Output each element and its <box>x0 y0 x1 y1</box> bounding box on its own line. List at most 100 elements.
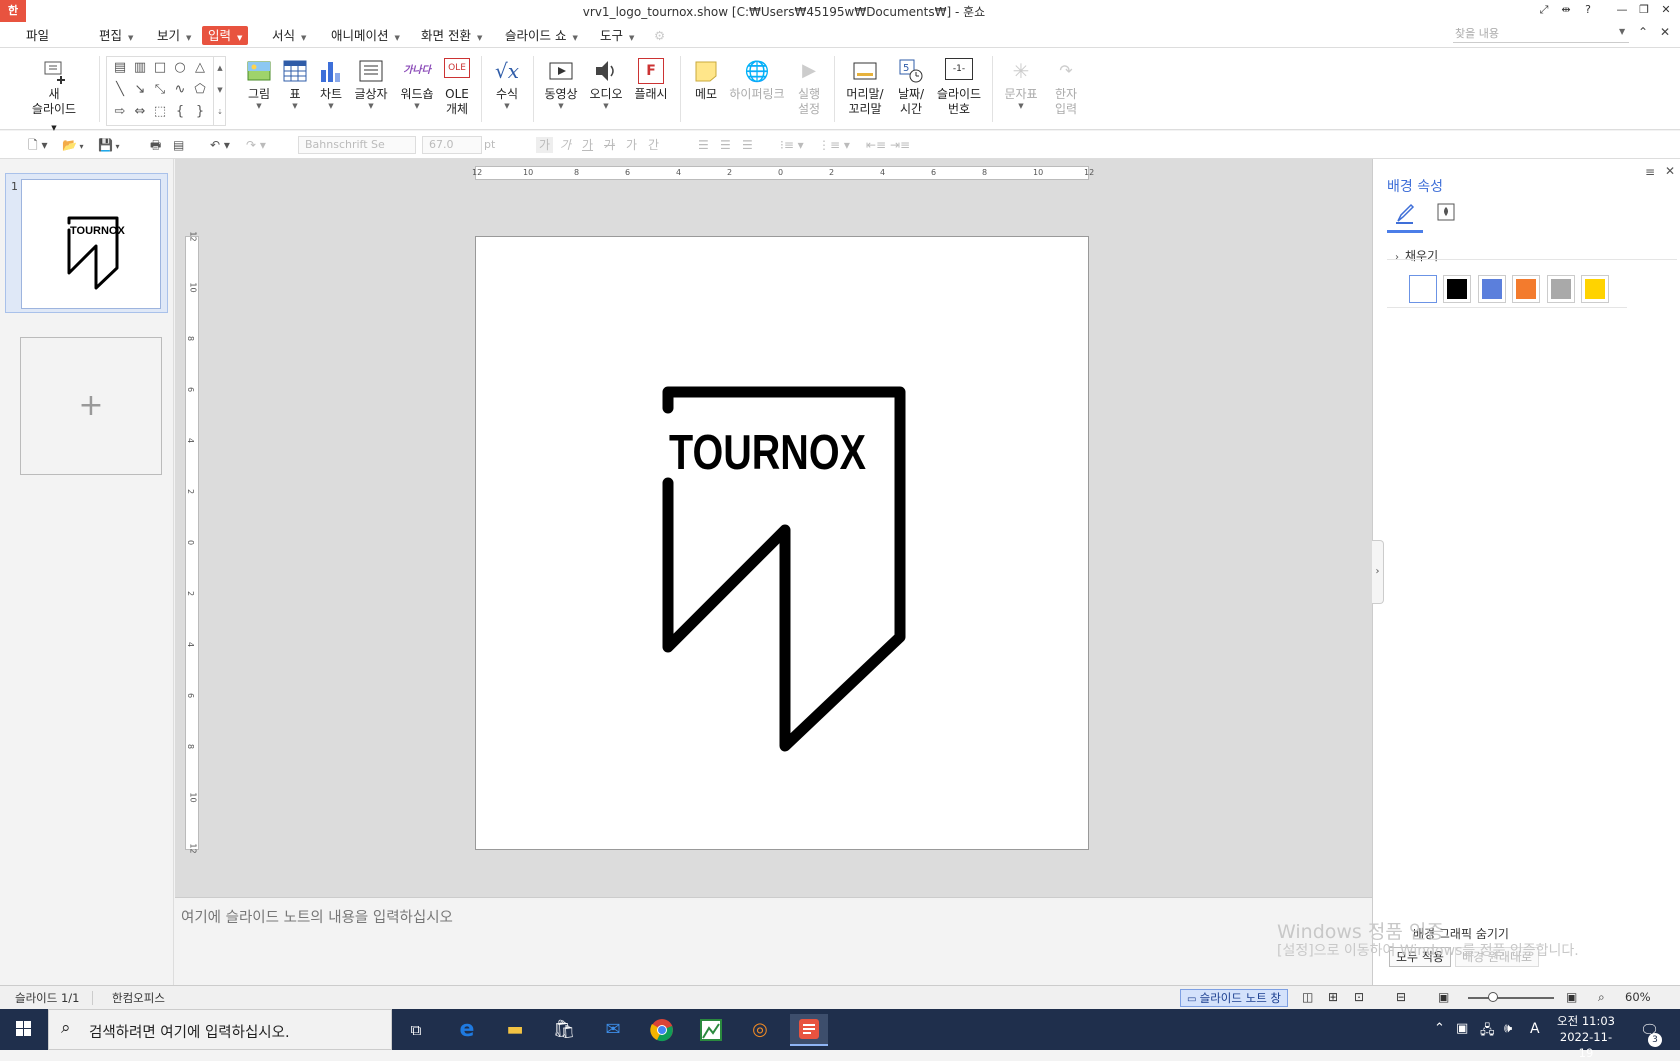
superscript-button[interactable]: 가 <box>626 137 637 153</box>
clock[interactable]: 오전 11:03 2022-11-19 <box>1554 1013 1618 1061</box>
add-slide-button[interactable]: + <box>20 337 162 475</box>
zoom-slider-knob[interactable] <box>1488 992 1498 1002</box>
ole-button[interactable]: OLE OLE 개체 <box>441 58 473 117</box>
chart-button[interactable]: 차트 ▼ <box>315 58 347 110</box>
close-button[interactable]: ✕ <box>1656 3 1676 19</box>
strikethrough-button[interactable]: 가 <box>604 137 615 153</box>
menu-animation[interactable]: 애니메이션 ▼ <box>325 26 406 45</box>
textbox-shape-icon[interactable]: ▤ <box>113 61 127 75</box>
picture-tab[interactable] <box>1431 201 1461 233</box>
indent-increase-icon[interactable]: ⇥≡ <box>890 137 910 153</box>
menu-file[interactable]: 파일 <box>20 26 55 45</box>
tray-app-icon[interactable]: ▣ <box>1456 1021 1468 1036</box>
slideshow-view-icon[interactable]: ⊡ <box>1354 990 1364 1004</box>
customize-icon[interactable]: ⚙ <box>648 26 671 45</box>
swatch-yellow[interactable] <box>1581 275 1609 303</box>
photo-app-icon[interactable] <box>692 1014 730 1046</box>
zoom-search-icon[interactable]: ⌕ <box>1598 990 1605 1005</box>
bold-button[interactable]: 가 <box>536 137 554 153</box>
zoom-slider[interactable] <box>1468 997 1554 999</box>
swatch-white[interactable] <box>1409 275 1437 303</box>
bullet-list-icon[interactable]: ⁝≡ ▾ <box>780 137 804 153</box>
open-icon[interactable]: 📂 ▾ <box>62 137 84 153</box>
menu-transition[interactable]: 화면 전환 ▼ <box>415 26 488 45</box>
minimize-button[interactable]: — <box>1612 3 1632 19</box>
flash-button[interactable]: F 플래시 <box>631 58 671 102</box>
redo-icon[interactable]: ↷ ▾ <box>246 137 266 153</box>
pane-menu-icon[interactable]: ≡ <box>1645 165 1655 179</box>
underline-button[interactable]: 가 <box>582 137 593 153</box>
volume-icon[interactable]: 🕪 <box>1504 1021 1512 1036</box>
video-button[interactable]: 동영상 ▼ <box>541 58 581 110</box>
audio-button[interactable]: 오디오 ▼ <box>586 58 626 110</box>
vtextbox-shape-icon[interactable]: ▥ <box>133 61 147 75</box>
datetime-button[interactable]: 5 날짜/시간 <box>892 58 930 117</box>
start-button[interactable] <box>0 1009 48 1050</box>
font-unit-select[interactable]: pt <box>484 137 495 153</box>
line-shape-icon[interactable]: ╲ <box>113 83 127 97</box>
swatch-orange[interactable] <box>1512 275 1540 303</box>
taskbar-search-box[interactable]: ⌕ 검색하려면 여기에 입력하십시오. <box>48 1009 392 1050</box>
font-name-select[interactable]: Bahnschrift Se <box>298 136 416 154</box>
notes-pane-toggle[interactable]: ▭ 슬라이드 노트 창 <box>1180 989 1289 1007</box>
align-right-icon[interactable]: ☰ <box>742 137 753 153</box>
slide-number-button[interactable]: -1- 슬라이드 번호 <box>934 58 984 117</box>
preview-icon[interactable]: ▤ <box>173 137 184 153</box>
vertical-ruler[interactable]: 12 10 8 6 4 2 0 2 4 6 8 10 12 <box>185 231 199 854</box>
curve-shape-icon[interactable]: ∿ <box>173 83 187 97</box>
action-settings-button[interactable]: ▶ 실행 설정 <box>791 58 827 117</box>
brace-right-shape-icon[interactable]: } <box>193 105 207 119</box>
undo-icon[interactable]: ↶ ▾ <box>210 137 230 153</box>
indent-decrease-icon[interactable]: ⇤≡ <box>866 137 886 153</box>
menu-slideshow[interactable]: 슬라이드 쇼 ▼ <box>499 26 584 45</box>
fullscreen-icon[interactable]: ⤢ <box>1534 3 1554 19</box>
freeform-shape-icon[interactable]: ⬠ <box>193 83 207 97</box>
find-input[interactable]: 찾을 내용 <box>1453 25 1629 43</box>
textbox-button[interactable]: 글상자 ▼ <box>351 58 391 110</box>
slide-notes-area[interactable]: 여기에 슬라이드 노트의 내용을 입력하십시오 <box>175 897 1372 985</box>
tournox-logo[interactable]: TOURNOX <box>476 237 1088 849</box>
zoom-out-icon[interactable]: ▣ <box>1438 990 1449 1004</box>
edge-icon[interactable]: e <box>448 1014 486 1046</box>
arrow-line-shape-icon[interactable]: ↘ <box>133 83 147 97</box>
chrome-icon[interactable] <box>643 1014 681 1046</box>
triangle-shape-icon[interactable]: △ <box>193 61 207 75</box>
swatch-black[interactable] <box>1443 275 1471 303</box>
new-slide-button[interactable]: 새 슬라이드 ▼ <box>30 58 78 136</box>
memo-button[interactable]: 메모 <box>688 58 724 102</box>
cube-shape-icon[interactable]: ⬚ <box>153 105 167 119</box>
zoom-level[interactable]: 60% <box>1625 990 1651 1004</box>
fit-slide-icon[interactable]: ⊟ <box>1396 990 1406 1004</box>
restore-button[interactable]: ❐ <box>1634 3 1654 19</box>
slide-canvas[interactable]: TOURNOX <box>475 236 1089 850</box>
pane-collapse-handle[interactable]: › <box>1372 540 1384 604</box>
leftright-arrow-shape-icon[interactable]: ⇔ <box>133 105 147 119</box>
pin-icon[interactable]: ⇹ <box>1556 3 1576 19</box>
help-icon[interactable]: ? <box>1578 3 1598 19</box>
horizontal-ruler[interactable]: 12 10 8 6 4 2 0 2 4 6 8 10 12 <box>472 166 1094 180</box>
swatch-blue[interactable] <box>1478 275 1506 303</box>
hanja-button[interactable]: ↷ 한자 입력 <box>1046 58 1086 117</box>
rectangle-shape-icon[interactable]: □ <box>153 61 167 75</box>
align-left-icon[interactable]: ☰ <box>698 137 709 153</box>
hanshow-taskbar-icon[interactable] <box>790 1014 828 1046</box>
ellipse-shape-icon[interactable]: ○ <box>173 61 187 75</box>
store-icon[interactable]: 🛍 <box>545 1014 583 1046</box>
font-size-input[interactable]: 67.0 <box>422 136 482 154</box>
tray-overflow-icon[interactable]: ⌃ <box>1434 1021 1445 1036</box>
normal-view-icon[interactable]: ◫ <box>1302 990 1313 1004</box>
brace-left-shape-icon[interactable]: { <box>173 105 187 119</box>
symbol-button[interactable]: ✳ 문자표 ▼ <box>1000 58 1042 110</box>
menu-edit[interactable]: 편집 ▼ <box>93 26 139 45</box>
menu-insert[interactable]: 입력 ▼ <box>202 26 249 45</box>
font-color-button[interactable]: 간 <box>648 137 659 153</box>
numbered-list-icon[interactable]: ⋮≡ ▾ <box>818 137 850 153</box>
right-arrow-shape-icon[interactable]: ⇨ <box>113 105 127 119</box>
shape-gallery[interactable]: ▤ ▥ □ ○ △ ╲ ↘ ⤡ ∿ ⬠ ⇨ ⇔ ⬚ { } ▲ ▼ ⇣ <box>106 56 226 126</box>
ime-indicator[interactable]: A <box>1530 1021 1540 1037</box>
italic-button[interactable]: 가 <box>560 137 571 153</box>
slide-thumbnail-image[interactable]: TOURNOX <box>21 179 161 309</box>
equation-button[interactable]: √x 수식 ▼ <box>489 58 525 110</box>
hyperlink-button[interactable]: 🌐 하이퍼링크 <box>729 58 785 102</box>
fill-tab[interactable] <box>1387 201 1423 233</box>
